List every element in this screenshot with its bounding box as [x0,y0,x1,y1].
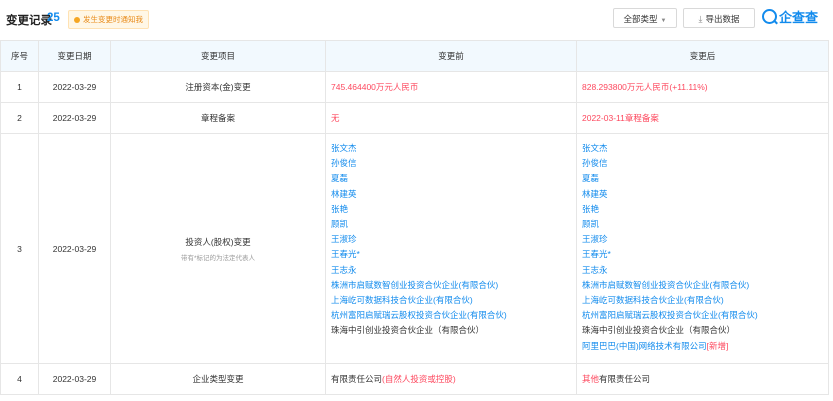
row-date: 2022-03-29 [38,102,111,134]
row-item-label: 投资人(股权)变更 [185,236,251,247]
change-record-table: 序号 变更日期 变更项目 变更前 变更后 1 2022-03-29 注册资本(金… [0,40,829,395]
row-date: 2022-03-29 [38,133,111,364]
section-title: 变更记录 [6,15,52,27]
col-header-before: 变更前 [325,40,577,72]
before-plain: 有限责任公司 [331,374,383,384]
export-label: 导出数据 [705,14,740,24]
row-index: 1 [0,71,39,103]
investor-link[interactable]: 杭州富阳启赋瑞云股权投资合伙企业(有限合伙) [331,308,571,323]
export-button[interactable]: ⤓ 导出数据 [683,8,755,28]
col-header-date: 变更日期 [38,40,111,72]
investor-link[interactable]: 杭州富阳启赋瑞云股权投资合伙企业(有限合伙) [582,308,823,323]
investor-link[interactable]: 孙俊信 [331,156,571,171]
table-row: 2 2022-03-29 章程备案 无 2022-03-11章程备案 [0,102,829,134]
bell-icon [74,17,80,24]
table-row: 1 2022-03-29 注册资本(金)变更 745.464400万元人民币 8… [0,71,829,103]
investor-link[interactable]: 张艳 [582,202,823,217]
investor-link[interactable]: 上海屹可数据科技合伙企业(有限合伙) [582,293,823,308]
row-before: 有限责任公司(自然人投资或控股) [325,363,577,395]
investor-name: 珠海中引创业投资合伙企业（有限合伙） [331,325,485,336]
row-after: 2022-03-11章程备案 [576,102,829,134]
table-header-row: 序号 变更日期 变更项目 变更前 变更后 [0,40,829,72]
investor-link[interactable]: 株洲市启赋数智创业投资合伙企业(有限合伙) [582,278,823,293]
investor-link[interactable]: 夏磊 [331,171,571,186]
after-plain: 有限责任公司 [599,374,651,384]
row-after: 828.293800万元人民币(+11.11%) [576,71,829,103]
before-highlight: (自然人投资或控股) [382,374,456,384]
logo-icon [762,9,777,24]
row-index: 2 [0,102,39,134]
type-filter-dropdown[interactable]: 全部类型 ▼ [613,8,677,28]
col-header-item: 变更项目 [110,40,326,72]
logo: 企查查 [762,8,818,28]
row-date: 2022-03-29 [38,363,111,395]
type-filter-label: 全部类型 [623,14,658,24]
col-header-index: 序号 [0,40,39,72]
investor-link[interactable]: 王春光* [582,247,823,262]
investor-link[interactable]: 阿里巴巴(中国)网络技术有限公司 [582,341,707,351]
table-row: 3 2022-03-29 投资人(股权)变更 带有*标记的为法定代表人 张文杰 … [0,133,829,364]
caret-down-icon: ▼ [660,18,667,24]
investor-link[interactable]: 王志永 [331,263,571,278]
investor-link[interactable]: 株洲市启赋数智创业投资合伙企业(有限合伙) [331,278,571,293]
row-item: 投资人(股权)变更 带有*标记的为法定代表人 [110,133,326,364]
legal-rep-note: 带有*标记的为法定代表人 [180,254,256,262]
investor-link[interactable]: 张文杰 [582,141,823,156]
row-after: 其他有限责任公司 [576,363,829,395]
investor-link[interactable]: 孙俊信 [582,156,823,171]
row-index: 4 [0,363,39,395]
row-date: 2022-03-29 [38,71,111,103]
download-icon: ⤓ [698,14,703,24]
investor-link[interactable]: 王淑珍 [582,232,823,247]
record-count: 25 [47,12,60,24]
row-before: 张文杰 孙俊信 夏磊 林建英 张艳 顾凯 王淑珍 王春光* 王志永 株洲市启赋数… [325,133,577,364]
row-before: 745.464400万元人民币 [325,71,577,103]
investor-link[interactable]: 林建英 [582,187,823,202]
row-item: 章程备案 [110,102,326,134]
row-item: 注册资本(金)变更 [110,71,326,103]
notify-label: 发生变更时通知我 [83,15,143,24]
row-index: 3 [0,133,39,364]
section-header: 变更记录 25 发生变更时通知我 全部类型 ▼ ⤓ 导出数据 企查查 [0,0,833,38]
investor-link[interactable]: 王志永 [582,263,823,278]
after-highlight: 其他 [582,374,600,384]
investor-link[interactable]: 张文杰 [331,141,571,156]
notify-button[interactable]: 发生变更时通知我 [68,10,149,29]
logo-text: 企查查 [779,10,819,25]
row-after: 张文杰 孙俊信 夏磊 林建英 张艳 顾凯 王淑珍 王春光* 王志永 株洲市启赋数… [576,133,829,364]
table-row: 4 2022-03-29 企业类型变更 有限责任公司(自然人投资或控股) 其他有… [0,363,829,395]
investor-link[interactable]: 顾凯 [331,217,571,232]
investor-link[interactable]: 张艳 [331,202,571,217]
investor-link[interactable]: 王春光* [331,247,571,262]
investor-link[interactable]: 王淑珍 [331,232,571,247]
col-header-after: 变更后 [576,40,829,72]
investor-link[interactable]: 夏磊 [582,171,823,186]
investor-name: 珠海中引创业投资合伙企业（有限合伙） [582,325,736,336]
new-investor: 阿里巴巴(中国)网络技术有限公司[新增] [582,339,823,354]
new-tag: [新增] [706,340,729,351]
investor-link[interactable]: 顾凯 [582,217,823,232]
row-before: 无 [325,102,577,134]
investor-link[interactable]: 上海屹可数据科技合伙企业(有限合伙) [331,293,571,308]
investor-link[interactable]: 林建英 [331,187,571,202]
row-item: 企业类型变更 [110,363,326,395]
